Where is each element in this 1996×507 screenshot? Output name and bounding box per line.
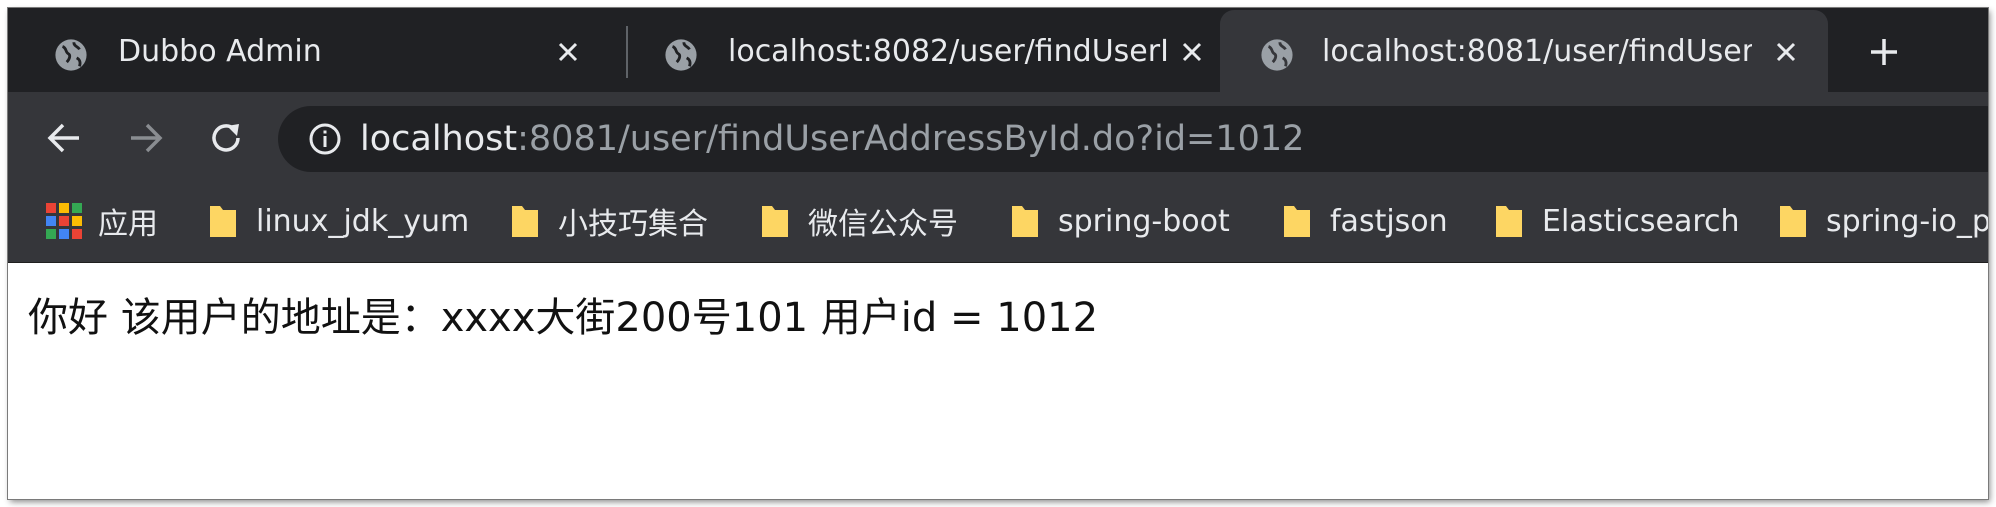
folder-icon (1780, 206, 1806, 237)
globe-icon (665, 39, 697, 71)
close-icon[interactable] (1768, 34, 1804, 70)
globe-icon (1261, 39, 1293, 71)
bookmark-folder[interactable]: 小技巧集合 (510, 196, 708, 246)
bookmark-folder[interactable]: Elasticsearch (1494, 196, 1740, 246)
tab-localhost-8082[interactable]: localhost:8082/user/findUserIn (618, 10, 1218, 92)
folder-icon (1012, 206, 1038, 237)
globe-icon (55, 39, 87, 71)
tab-title: localhost:8082/user/findUserIn (728, 34, 1168, 69)
reload-icon (212, 124, 240, 152)
url-text: localhost:8081/user/findUserAddressById.… (360, 114, 1304, 164)
tab-strip: Dubbo Admin localhost:8082/user/findUser… (8, 8, 1988, 92)
bookmark-folder[interactable]: spring-io_p (1778, 196, 1988, 246)
forward-button[interactable] (120, 112, 172, 164)
bookmark-label: 小技巧集合 (558, 207, 708, 242)
tab-title: localhost:8081/user/findUserA (1322, 34, 1752, 69)
bookmark-label: fastjson (1330, 203, 1448, 239)
folder-icon (210, 206, 236, 237)
bookmark-label: spring-boot (1058, 203, 1230, 239)
response-text: 你好 该用户的地址是：xxxx大街200号101 用户id = 1012 (28, 295, 1099, 341)
address-bar[interactable]: localhost:8081/user/findUserAddressById.… (278, 106, 1988, 172)
bookmark-label: 微信公众号 (808, 207, 958, 242)
bookmark-label: 应用 (98, 207, 158, 242)
bookmark-folder[interactable]: 微信公众号 (760, 196, 958, 246)
bookmark-label: Elasticsearch (1542, 203, 1740, 239)
apps-grid-icon (46, 203, 82, 239)
bookmark-label: spring-io_p (1826, 203, 1988, 239)
bookmark-folder[interactable]: fastjson (1282, 196, 1448, 246)
tab-title: Dubbo Admin (118, 34, 322, 69)
folder-icon (512, 206, 538, 237)
url-path: :8081/user/findUserAddressById.do?id=101… (517, 119, 1305, 159)
tab-localhost-8081[interactable]: localhost:8081/user/findUserA (1220, 10, 1828, 92)
back-arrow-icon (47, 123, 79, 153)
bookmark-apps[interactable]: 应用 (46, 196, 158, 246)
folder-icon (1284, 206, 1310, 237)
browser-window: Dubbo Admin localhost:8082/user/findUser… (8, 8, 1988, 499)
folder-icon (1496, 206, 1522, 237)
bookmarks-bar: 应用 linux_jdk_yum 小技巧集合 微信公众号 spring-boot… (8, 182, 1988, 263)
bookmark-folder[interactable]: linux_jdk_yum (208, 196, 469, 246)
forward-arrow-icon (131, 123, 163, 153)
plus-icon (1871, 39, 1897, 65)
info-icon[interactable] (308, 122, 342, 156)
bookmark-folder[interactable]: spring-boot (1010, 196, 1230, 246)
close-icon[interactable] (1174, 34, 1210, 70)
page-content: 你好 该用户的地址是：xxxx大街200号101 用户id = 1012 (8, 263, 1988, 499)
new-tab-button[interactable] (1860, 28, 1908, 76)
folder-icon (762, 206, 788, 237)
back-button[interactable] (38, 112, 90, 164)
toolbar: localhost:8081/user/findUserAddressById.… (8, 92, 1988, 182)
close-icon[interactable] (550, 34, 586, 70)
reload-button[interactable] (200, 112, 252, 164)
bookmark-label: linux_jdk_yum (256, 203, 470, 239)
url-host: localhost (360, 119, 518, 159)
tab-dubbo-admin[interactable]: Dubbo Admin (8, 10, 608, 92)
